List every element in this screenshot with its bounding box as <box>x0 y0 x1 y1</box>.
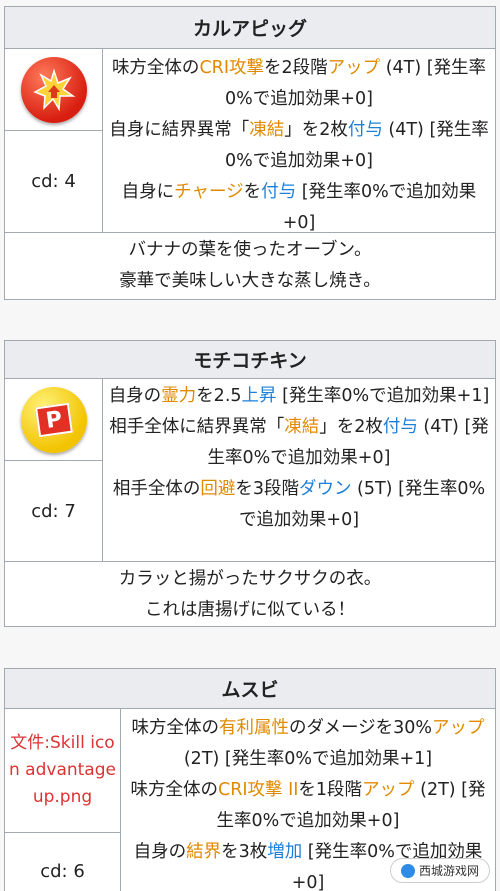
effect-keyword-link[interactable]: 上昇 <box>242 386 277 406</box>
skill-meta-column: P cd: 7 <box>5 379 103 561</box>
effect-keyword-link[interactable]: 凍結 <box>249 120 284 140</box>
watermark-text: 西城游戏网 <box>418 864 479 878</box>
effect-line: 味方全体の有利属性のダメージを30%アップ (2T) [発生率0%で追加効果+1… <box>125 713 491 775</box>
watermark: 西城游戏网 <box>389 858 490 883</box>
effect-text: 味方全体の <box>130 780 218 800</box>
effect-keyword-link[interactable]: 付与 <box>348 120 383 140</box>
star-burst-red-icon <box>20 56 87 123</box>
effect-line: 自身の霊力を2.5上昇 [発生率0%で追加効果+1] <box>107 381 491 412</box>
skill-icon-cell: 文件:Skill icon advantage up.png <box>5 709 120 833</box>
effect-keyword-link[interactable]: アップ <box>362 780 415 800</box>
effect-text: のダメージを30% <box>288 718 433 738</box>
skill-meta-column: cd: 4 <box>5 49 103 232</box>
effect-line: 相手全体の回避を3段階ダウン (5T) [発生率0%で追加効果+0] <box>107 474 491 536</box>
effect-keyword-link[interactable]: アップ <box>328 58 381 78</box>
description-line: カラッと揚がったサクサクの衣。 <box>118 569 382 589</box>
cooldown-label: cd: 6 <box>40 860 85 882</box>
effect-text: 」を2枚 <box>319 417 383 437</box>
effect-text: を2.5 <box>196 386 242 406</box>
effect-keyword-link[interactable]: CRI攻撃 II <box>218 780 298 800</box>
skill-main-row: P cd: 7 自身の霊力を2.5上昇 [発生率0%で追加効果+1] 相手全体に結… <box>5 379 495 562</box>
effect-keyword-link[interactable]: 有利属性 <box>219 718 289 738</box>
description-line: バナナの葉を使ったオーブン。 <box>128 240 372 260</box>
effect-keyword-link[interactable]: 霊力 <box>161 386 196 406</box>
skill-description: バナナの葉を使ったオーブン。 豪華で美味しい大きな蒸し焼き。 <box>5 233 495 299</box>
effect-keyword-link[interactable]: 回避 <box>200 479 235 499</box>
effect-keyword-link[interactable]: 付与 <box>383 417 418 437</box>
effect-text: 自身に <box>121 182 175 202</box>
effect-text: を2段階 <box>263 58 328 78</box>
missing-file-link[interactable]: 文件:Skill icon advantage up.png <box>9 730 116 811</box>
skill-main-row: cd: 4 味方全体のCRI攻撃を2段階アップ (4T) [発生率0%で追加効果… <box>5 49 495 233</box>
effect-keyword-link[interactable]: ダウン <box>299 479 352 499</box>
effect-line: 相手全体に結界異常「凍結」を2枚付与 (4T) [発生率0%で追加効果+0] <box>107 412 491 474</box>
skill-description: カラッと揚がったサクサクの衣。 これは唐揚げに似ている！ <box>5 562 495 626</box>
cooldown-label: cd: 7 <box>31 500 76 522</box>
effect-text: を3枚 <box>221 842 268 862</box>
effect-text: 味方全体の <box>111 58 200 78</box>
effect-text: 自身の <box>133 842 187 862</box>
effect-keyword-link[interactable]: 結界 <box>186 842 221 862</box>
effect-text: を <box>243 182 262 202</box>
watermark-logo-icon <box>400 863 415 878</box>
description-line: 豪華で美味しい大きな蒸し焼き。 <box>119 271 381 291</box>
effect-text: 自身の <box>108 386 162 406</box>
skill-icon-cell <box>5 49 102 131</box>
cooldown-label: cd: 4 <box>31 171 76 192</box>
skill-title: カルアピッグ <box>5 7 495 49</box>
skill-effects: 自身の霊力を2.5上昇 [発生率0%で追加効果+1] 相手全体に結界異常「凍結」を… <box>103 379 495 561</box>
effect-keyword-link[interactable]: 付与 <box>261 182 296 202</box>
effect-text: 相手全体に結界異常「 <box>109 417 285 437</box>
skill-title: モチコチキン <box>5 341 495 379</box>
p-badge-yellow-icon: P <box>20 386 87 453</box>
description-line: これは唐揚げに似ている！ <box>145 600 355 620</box>
skill-icon-cell: P <box>5 379 102 461</box>
effect-text: 味方全体の <box>131 718 219 738</box>
skill-title: ムスビ <box>5 669 495 709</box>
effect-line: 自身にチャージを付与 [発生率0%で追加効果+0] <box>107 177 491 239</box>
p-letter: P <box>34 402 73 437</box>
effect-line: 味方全体のCRI攻撃を2段階アップ (4T) [発生率0%で追加効果+0] <box>107 53 491 115</box>
effect-line: 自身に結界異常「凍結」を2枚付与 (4T) [発生率0%で追加効果+0] <box>107 115 491 177</box>
effect-keyword-link[interactable]: 増加 <box>267 842 302 862</box>
effect-text: 自身に結界異常「 <box>109 120 250 140</box>
skill-meta-column: 文件:Skill icon advantage up.png cd: 6 <box>5 709 121 891</box>
effect-text: を1段階 <box>298 780 363 800</box>
effect-text: 」を2枚 <box>284 120 348 140</box>
effect-text: [発生率0%で追加効果+0] <box>282 182 477 233</box>
effect-keyword-link[interactable]: 凍結 <box>284 417 319 437</box>
skill-table-1: カルアピッグ cd: 4 味方全体のCRI攻撃を2段階アップ (4T) [発生率… <box>4 6 496 300</box>
effect-keyword-link[interactable]: CRI攻撃 <box>199 58 264 78</box>
effect-text: を3段階 <box>235 479 299 499</box>
effect-line: 味方全体のCRI攻撃 IIを1段階アップ (2T) [発生率0%で追加効果+0] <box>125 775 491 837</box>
effect-text: 相手全体の <box>112 479 201 499</box>
effect-text: [発生率0%で追加効果+1] <box>276 386 490 406</box>
effect-text: (2T) [発生率0%で追加効果+1] <box>183 749 433 769</box>
effect-keyword-link[interactable]: アップ <box>432 718 485 738</box>
skill-effects: 味方全体のCRI攻撃を2段階アップ (4T) [発生率0%で追加効果+0] 自身に… <box>103 49 495 233</box>
effect-keyword-link[interactable]: チャージ <box>174 182 243 202</box>
skill-table-2: モチコチキン P cd: 7 自身の霊力を2.5上昇 [発生率0%で追加効果+1… <box>4 340 496 627</box>
